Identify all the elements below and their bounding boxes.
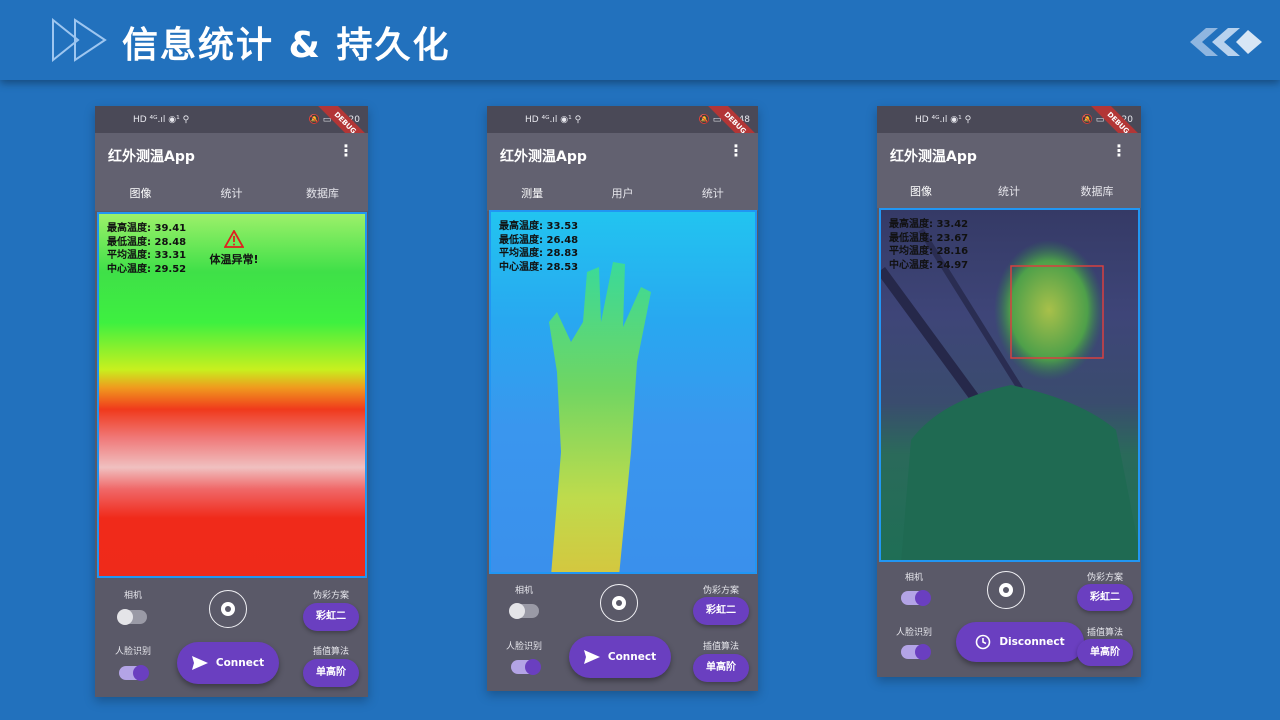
interpolation-select[interactable]: 单高阶 xyxy=(693,654,749,682)
avg-temp: 平均温度: 28.83 xyxy=(499,248,579,259)
tab-stats[interactable]: 统计 xyxy=(186,177,277,211)
warning-icon xyxy=(223,229,245,248)
center-temp: 中心温度: 29.52 xyxy=(107,263,187,275)
face-detect-switch[interactable] xyxy=(511,659,541,675)
phone-screen-2: HD ⁴ᴳ.ıl ◉¹ ⚲ 🔕 ▭ 00:48 DEBUG 红外测温App ⋮ … xyxy=(487,106,758,691)
control-panel: 相机 人脸识别 Disconnect 伪彩方案 彩虹二 插值算法 单高阶 xyxy=(877,562,1141,677)
tab-stats[interactable]: 统计 xyxy=(668,177,758,211)
face-detect-label: 人脸识别 xyxy=(114,647,151,657)
tab-stats[interactable]: 统计 xyxy=(965,175,1053,208)
camera-shutter-icon xyxy=(999,583,1013,597)
interpolation-label: 插值算法 xyxy=(702,642,739,652)
app-title: 红外测温App xyxy=(890,149,977,165)
face-detect-label: 人脸识别 xyxy=(895,628,932,638)
clock-icon xyxy=(976,634,991,650)
thermal-image-view: 最高温度: 33.53 最低温度: 26.48 平均温度: 28.83 中心温度… xyxy=(489,210,757,574)
min-temp: 最低温度: 28.48 xyxy=(107,236,187,248)
camera-shutter-icon xyxy=(612,596,626,610)
disconnect-label: Disconnect xyxy=(999,636,1065,648)
status-icons-left: HD ⁴ᴳ.ıl ◉¹ ⚲ xyxy=(915,115,972,125)
camera-label: 相机 xyxy=(904,573,923,583)
temperature-stats: 最高温度: 39.41 最低温度: 28.48 平均温度: 33.31 中心温度… xyxy=(107,222,186,276)
double-arrow-icon xyxy=(52,18,107,62)
camera-switch[interactable] xyxy=(117,609,147,625)
control-panel: 相机 人脸识别 Connect 伪彩方案 彩虹二 插值算法 单高阶 xyxy=(95,578,368,697)
face-detect-switch[interactable] xyxy=(901,644,931,660)
palette-select[interactable]: 彩虹二 xyxy=(693,597,749,625)
status-bar: HD ⁴ᴳ.ıl ◉¹ ⚲ 🔕 ▭ 01:20 DEBUG xyxy=(877,106,1141,160)
connect-button[interactable]: Connect xyxy=(177,642,279,684)
thermal-image-view: 最高温度: 39.41 最低温度: 28.48 平均温度: 33.31 中心温度… xyxy=(97,212,367,578)
tab-image[interactable]: 图像 xyxy=(877,175,965,208)
more-menu-icon[interactable]: ⋮ xyxy=(728,143,744,159)
interpolation-label: 插值算法 xyxy=(1086,628,1123,638)
connect-label: Connect xyxy=(215,657,265,669)
app-bar: 红外测温App ⋮ xyxy=(95,133,368,177)
tab-image[interactable]: 图像 xyxy=(95,177,186,211)
status-icons-left: HD ⁴ᴳ.ıl ◉¹ ⚲ xyxy=(525,115,582,125)
min-temp: 最低温度: 26.48 xyxy=(499,234,579,246)
tab-user[interactable]: 用户 xyxy=(577,177,667,211)
app-bar: 红外测温App ⋮ xyxy=(877,133,1141,175)
palette-label: 伪彩方案 xyxy=(312,591,349,601)
avg-temp: 平均温度: 33.31 xyxy=(107,250,187,261)
send-icon xyxy=(583,650,600,664)
connect-label: Connect xyxy=(607,651,657,663)
face-detect-switch[interactable] xyxy=(119,665,149,681)
min-temp: 最低温度: 23.67 xyxy=(889,232,969,244)
camera-shutter-icon xyxy=(221,602,235,616)
camera-switch[interactable] xyxy=(901,590,931,606)
temperature-stats: 最高温度: 33.53 最低温度: 26.48 平均温度: 28.83 中心温度… xyxy=(499,220,578,274)
palette-select[interactable]: 彩虹二 xyxy=(1077,584,1133,611)
more-menu-icon[interactable]: ⋮ xyxy=(1111,143,1127,159)
tab-bar: 图像 统计 数据库 xyxy=(877,175,1141,208)
slide-title: 信息统计 & 持久化 xyxy=(122,25,451,66)
capture-button[interactable] xyxy=(987,571,1025,609)
send-icon xyxy=(191,656,208,670)
face-detect-label: 人脸识别 xyxy=(505,642,542,652)
tab-bar: 图像 统计 数据库 xyxy=(95,177,368,211)
app-title: 红外测温App xyxy=(108,149,195,165)
interpolation-select[interactable]: 单高阶 xyxy=(303,659,359,687)
center-temp: 中心温度: 24.97 xyxy=(889,259,969,271)
max-temp: 最高温度: 39.41 xyxy=(107,223,187,234)
max-temp: 最高温度: 33.42 xyxy=(889,219,969,230)
interpolation-select[interactable]: 单高阶 xyxy=(1077,639,1133,666)
app-bar: 红外测温App ⋮ xyxy=(487,133,758,177)
palette-select[interactable]: 彩虹二 xyxy=(303,603,359,631)
capture-button[interactable] xyxy=(600,584,638,622)
center-temp: 中心温度: 28.53 xyxy=(499,261,579,273)
tab-database[interactable]: 数据库 xyxy=(1053,175,1141,208)
tab-database[interactable]: 数据库 xyxy=(277,177,368,211)
avg-temp: 平均温度: 28.16 xyxy=(889,246,969,257)
connect-button[interactable]: Connect xyxy=(569,636,671,678)
status-bar: HD ⁴ᴳ.ıl ◉¹ ⚲ 🔕 ▭ 00:48 DEBUG xyxy=(487,106,758,160)
slide-header: 信息统计 & 持久化 xyxy=(0,0,1280,80)
phone-screen-3: HD ⁴ᴳ.ıl ◉¹ ⚲ 🔕 ▭ 01:20 DEBUG 红外测温App ⋮ … xyxy=(877,106,1141,677)
camera-overlay-view: 最高温度: 33.42 最低温度: 23.67 平均温度: 28.16 中心温度… xyxy=(879,208,1140,562)
camera-label: 相机 xyxy=(514,586,533,596)
palette-label: 伪彩方案 xyxy=(702,586,739,596)
palette-label: 伪彩方案 xyxy=(1086,573,1123,583)
app-title: 红外测温App xyxy=(500,149,587,165)
temperature-stats: 最高温度: 33.42 最低温度: 23.67 平均温度: 28.16 中心温度… xyxy=(889,218,968,272)
status-bar: HD ⁴ᴳ.ıl ◉¹ ⚲ 🔕 ▭ 03:20 DEBUG xyxy=(95,106,368,160)
status-icons-left: HD ⁴ᴳ.ıl ◉¹ ⚲ xyxy=(133,115,190,125)
phone-screen-1: HD ⁴ᴳ.ıl ◉¹ ⚲ 🔕 ▭ 03:20 DEBUG 红外测温App ⋮ … xyxy=(95,106,368,697)
fever-warning: 体温异常! xyxy=(199,229,269,267)
camera-label: 相机 xyxy=(123,591,142,601)
max-temp: 最高温度: 33.53 xyxy=(499,221,579,232)
control-panel: 相机 人脸识别 Connect 伪彩方案 彩虹二 插值算法 单高阶 xyxy=(487,574,758,691)
warning-text: 体温异常! xyxy=(209,253,259,266)
camera-switch[interactable] xyxy=(509,603,539,619)
tab-measure[interactable]: 测量 xyxy=(487,177,577,211)
interpolation-label: 插值算法 xyxy=(312,647,349,657)
more-menu-icon[interactable]: ⋮ xyxy=(338,143,354,159)
tab-bar: 测量 用户 统计 xyxy=(487,177,758,211)
capture-button[interactable] xyxy=(209,590,247,628)
brand-logo-icon xyxy=(1190,28,1262,56)
